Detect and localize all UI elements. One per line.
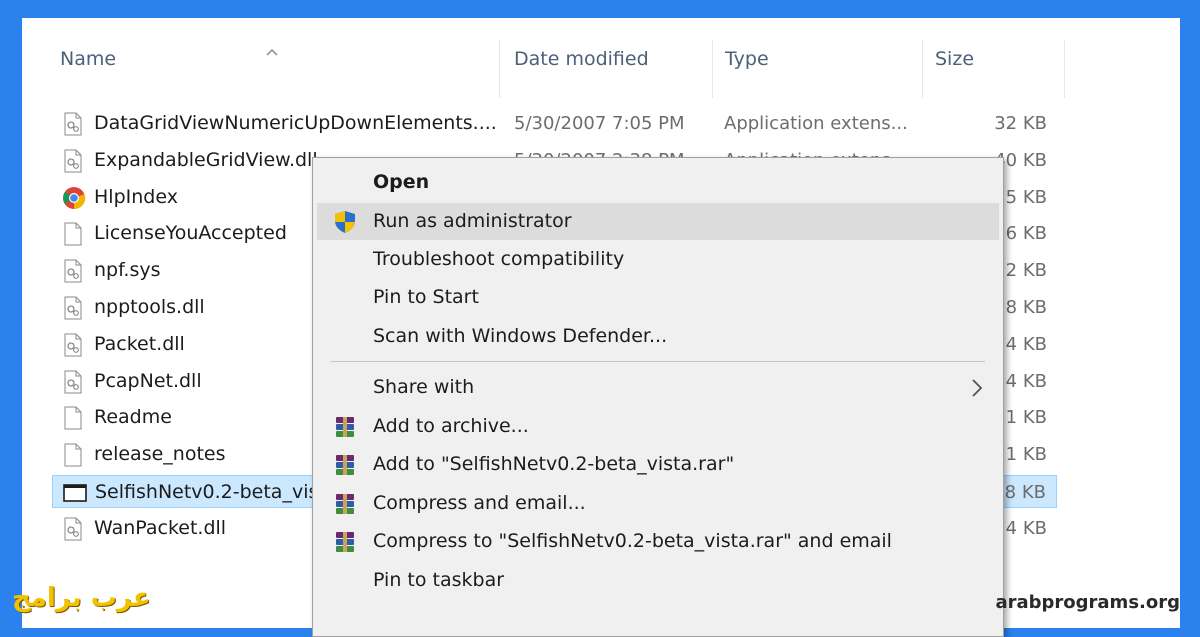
menu-item-compress-and-email[interactable]: Compress and email... bbox=[317, 485, 999, 522]
menu-item-label: Add to "SelfishNetv0.2-beta_vista.rar" bbox=[373, 453, 735, 475]
dll-file-icon bbox=[62, 259, 84, 283]
file-name: Packet.dll bbox=[94, 332, 185, 355]
file-size: 1 KB bbox=[1005, 444, 1047, 466]
text-file-icon bbox=[62, 222, 84, 246]
menu-item-label: Scan with Windows Defender... bbox=[373, 325, 668, 347]
dll-file-icon bbox=[62, 149, 84, 173]
file-size: 4 KB bbox=[1005, 333, 1047, 355]
file-row[interactable]: DataGridViewNumericUpDownElements.... 5/3… bbox=[52, 107, 1057, 140]
file-name: ExpandableGridView.dll bbox=[94, 148, 318, 171]
menu-item-pin-to-taskbar[interactable]: Pin to taskbar bbox=[317, 562, 999, 599]
menu-item-label: Add to archive... bbox=[373, 415, 529, 437]
column-header-name-label: Name bbox=[60, 48, 117, 70]
menu-item-compress-to-selfishnetv0-2-beta-vista-rar-and-email[interactable]: Compress to "SelfishNetv0.2-beta_vista.r… bbox=[317, 523, 999, 560]
file-size: 32 KB bbox=[994, 113, 1047, 134]
menu-item-pin-to-start[interactable]: Pin to Start bbox=[317, 279, 999, 316]
file-size: 8 KB bbox=[1004, 482, 1046, 503]
column-header-date[interactable]: Date modified bbox=[502, 40, 713, 98]
file-name: LicenseYouAccepted bbox=[94, 222, 287, 245]
menu-item-label: Share with bbox=[373, 376, 475, 398]
file-name: SelfishNetv0.2-beta_vist bbox=[95, 481, 326, 503]
file-name: DataGridViewNumericUpDownElements.... bbox=[94, 112, 497, 134]
winrar-icon bbox=[333, 453, 357, 477]
file-type: Application extens... bbox=[724, 113, 908, 134]
file-name: WanPacket.dll bbox=[94, 516, 227, 539]
file-size: 4 KB bbox=[1005, 370, 1047, 392]
file-name: release_notes bbox=[94, 443, 226, 466]
column-header-type[interactable]: Type bbox=[713, 40, 923, 98]
menu-item-share-with[interactable]: Share with bbox=[317, 369, 999, 406]
menu-item-open[interactable]: Open bbox=[317, 164, 999, 201]
column-header-size-label: Size bbox=[935, 48, 975, 70]
context-menu: Open Run as administrator Troubleshoot com… bbox=[312, 157, 1004, 637]
text-file-icon bbox=[62, 443, 84, 467]
dll-file-icon bbox=[62, 517, 84, 541]
file-name: PcapNet.dll bbox=[94, 369, 202, 392]
file-name: npf.sys bbox=[94, 259, 161, 282]
file-size: 8 KB bbox=[1005, 297, 1047, 318]
file-size: 1 KB bbox=[1005, 407, 1047, 429]
menu-item-add-to-selfishnetv0-2-beta-vista-rar[interactable]: Add to "SelfishNetv0.2-beta_vista.rar" bbox=[317, 446, 999, 483]
shield-icon bbox=[333, 210, 357, 234]
menu-item-add-to-archive[interactable]: Add to archive... bbox=[317, 408, 999, 445]
menu-item-label: Compress and email... bbox=[373, 492, 586, 514]
file-name: HlpIndex bbox=[94, 185, 178, 208]
column-header-size[interactable]: Size bbox=[923, 40, 1065, 98]
winrar-icon bbox=[333, 492, 357, 516]
menu-item-label: Pin to taskbar bbox=[373, 569, 505, 591]
chevron-right-icon bbox=[971, 378, 983, 398]
column-header-date-label: Date modified bbox=[514, 48, 649, 70]
dll-file-icon bbox=[62, 296, 84, 320]
file-date-modified: 5/30/2007 7:05 PM bbox=[514, 113, 685, 134]
menu-item-label: Pin to Start bbox=[373, 286, 479, 308]
application-icon bbox=[63, 481, 87, 505]
menu-item-label: Troubleshoot compatibility bbox=[373, 248, 625, 270]
winrar-icon bbox=[333, 415, 357, 439]
menu-separator bbox=[331, 361, 985, 362]
watermark-site-url: arabprograms.org bbox=[995, 592, 1180, 613]
chrome-icon bbox=[62, 186, 86, 210]
dll-file-icon bbox=[62, 370, 84, 394]
menu-item-troubleshoot-compatibility[interactable]: Troubleshoot compatibility bbox=[317, 241, 999, 278]
sort-ascending-icon bbox=[266, 48, 278, 56]
menu-item-run-as-administrator[interactable]: Run as administrator bbox=[317, 203, 999, 240]
menu-item-label: Compress to "SelfishNetv0.2-beta_vista.r… bbox=[373, 530, 892, 552]
dll-file-icon bbox=[62, 112, 84, 136]
winrar-icon bbox=[333, 530, 357, 554]
file-size: 4 KB bbox=[1005, 517, 1047, 539]
column-header-type-label: Type bbox=[725, 48, 769, 70]
watermark-arabic-logo: عرب برامج bbox=[12, 583, 151, 613]
menu-item-label: Run as administrator bbox=[373, 210, 572, 232]
file-name: npptools.dll bbox=[94, 296, 205, 318]
dll-file-icon bbox=[62, 333, 84, 357]
file-name: Readme bbox=[94, 406, 172, 429]
menu-item-scan-with-windows-defender[interactable]: Scan with Windows Defender... bbox=[317, 318, 999, 355]
column-header-bar: Name Date modified Type Size bbox=[22, 40, 1082, 98]
file-size: 6 KB bbox=[1005, 223, 1047, 245]
file-size: 5 KB bbox=[1005, 186, 1047, 208]
menu-item-label: Open bbox=[373, 171, 430, 193]
text-file-icon bbox=[62, 406, 84, 430]
file-size: 2 KB bbox=[1005, 260, 1047, 282]
